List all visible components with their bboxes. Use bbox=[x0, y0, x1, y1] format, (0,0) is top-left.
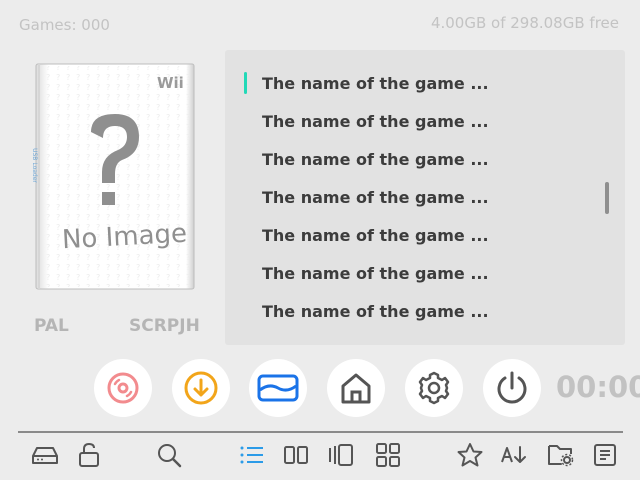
settings-button[interactable] bbox=[405, 359, 463, 417]
search-icon bbox=[158, 444, 182, 468]
sd-card-button[interactable] bbox=[249, 359, 307, 417]
carousel-view-button[interactable] bbox=[327, 441, 355, 469]
sort-button[interactable] bbox=[500, 441, 528, 469]
list-view-icon bbox=[240, 446, 263, 464]
game-list[interactable]: The name of the game ... The name of the… bbox=[225, 50, 625, 345]
grid-4-view-button[interactable] bbox=[374, 441, 402, 469]
clock: 00:00 bbox=[556, 370, 640, 404]
search-button[interactable] bbox=[155, 441, 183, 469]
list-item[interactable]: The name of the game ... bbox=[262, 186, 489, 210]
folder-settings-button[interactable] bbox=[547, 441, 575, 469]
unlock-button[interactable] bbox=[75, 441, 103, 469]
grid-2-view-button[interactable] bbox=[282, 441, 310, 469]
unlock-icon bbox=[79, 442, 99, 467]
list-view-button[interactable] bbox=[238, 441, 266, 469]
grid-2-view-icon bbox=[284, 446, 308, 464]
drive-icon bbox=[32, 447, 58, 464]
list-item[interactable]: The name of the game ... bbox=[262, 110, 489, 134]
log-button[interactable] bbox=[591, 441, 619, 469]
download-icon bbox=[184, 371, 218, 405]
list-item[interactable]: The name of the game ... bbox=[262, 148, 489, 172]
list-scrollbar[interactable] bbox=[605, 182, 609, 214]
disc-icon bbox=[107, 372, 139, 404]
download-button[interactable] bbox=[172, 359, 230, 417]
list-item[interactable]: The name of the game ... bbox=[262, 300, 489, 324]
carousel-view-icon bbox=[329, 444, 353, 466]
power-button[interactable] bbox=[483, 359, 541, 417]
log-icon bbox=[594, 444, 616, 466]
grid-4-view-icon bbox=[376, 443, 400, 467]
sd-card-icon bbox=[257, 374, 299, 402]
spine-text: USB Loader bbox=[30, 148, 38, 183]
region-label: PAL bbox=[34, 316, 69, 336]
game-id-label: SCRPJH bbox=[129, 316, 200, 336]
game-cover[interactable]: ? Wii No Image USB Loader bbox=[31, 62, 196, 291]
games-count: Games: 000 bbox=[19, 16, 110, 34]
favorite-button[interactable] bbox=[456, 441, 484, 469]
settings-icon bbox=[418, 371, 450, 405]
list-item[interactable]: The name of the game ... bbox=[262, 224, 489, 248]
power-icon bbox=[497, 371, 527, 404]
home-icon bbox=[341, 373, 371, 404]
folder-settings-icon bbox=[548, 445, 574, 467]
wii-logo: Wii bbox=[157, 74, 184, 92]
disc-button[interactable] bbox=[94, 359, 152, 417]
home-button[interactable] bbox=[327, 359, 385, 417]
favorite-icon bbox=[457, 443, 483, 467]
selection-marker bbox=[244, 72, 247, 94]
list-item[interactable]: The name of the game ... bbox=[262, 72, 489, 96]
sort-icon bbox=[501, 446, 526, 463]
toolbar-divider bbox=[18, 431, 623, 433]
drive-button[interactable] bbox=[31, 441, 59, 469]
list-item[interactable]: The name of the game ... bbox=[262, 262, 489, 286]
free-space: 4.00GB of 298.08GB free bbox=[430, 14, 619, 32]
